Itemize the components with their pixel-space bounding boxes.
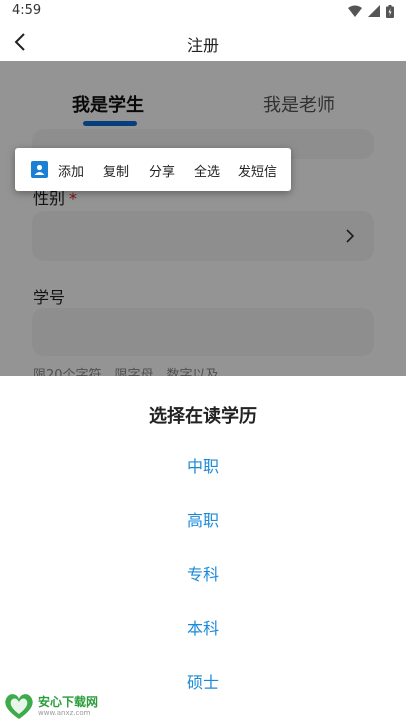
battery-icon <box>386 4 394 18</box>
page-title: 注册 <box>186 36 219 55</box>
wifi-icon <box>348 5 362 17</box>
option-bachelor[interactable]: 本科 <box>0 615 406 639</box>
watermark-url: www.anxz.com <box>38 709 91 717</box>
heart-logo-icon <box>5 694 33 719</box>
text-context-menu: 添加 复制 分享 全选 发短信 <box>15 148 291 191</box>
status-bar: 4:59 <box>0 0 406 24</box>
site-watermark: 安心下载网 www.anxz.com <box>4 690 108 720</box>
menu-item-send-sms[interactable]: 发短信 <box>238 161 277 180</box>
option-secondary-vocational[interactable]: 中职 <box>0 453 406 477</box>
menu-item-add[interactable]: 添加 <box>58 161 84 180</box>
watermark-title: 安心下载网 <box>38 695 99 709</box>
status-time: 4:59 <box>12 3 42 18</box>
option-junior-college[interactable]: 专科 <box>0 561 406 585</box>
signal-icon <box>368 5 380 17</box>
menu-item-copy[interactable]: 复制 <box>103 161 129 180</box>
navigation-bar: 注册 <box>0 24 406 61</box>
education-bottom-sheet: 选择在读学历 中职 高职 专科 本科 硕士 <box>0 376 406 723</box>
option-higher-vocational[interactable]: 高职 <box>0 507 406 531</box>
status-icons <box>348 4 394 18</box>
menu-item-select-all[interactable]: 全选 <box>194 161 220 180</box>
contact-card-icon <box>31 161 48 178</box>
menu-item-share[interactable]: 分享 <box>149 161 175 180</box>
sheet-title: 选择在读学历 <box>149 406 257 427</box>
dim-overlay[interactable] <box>0 61 406 376</box>
